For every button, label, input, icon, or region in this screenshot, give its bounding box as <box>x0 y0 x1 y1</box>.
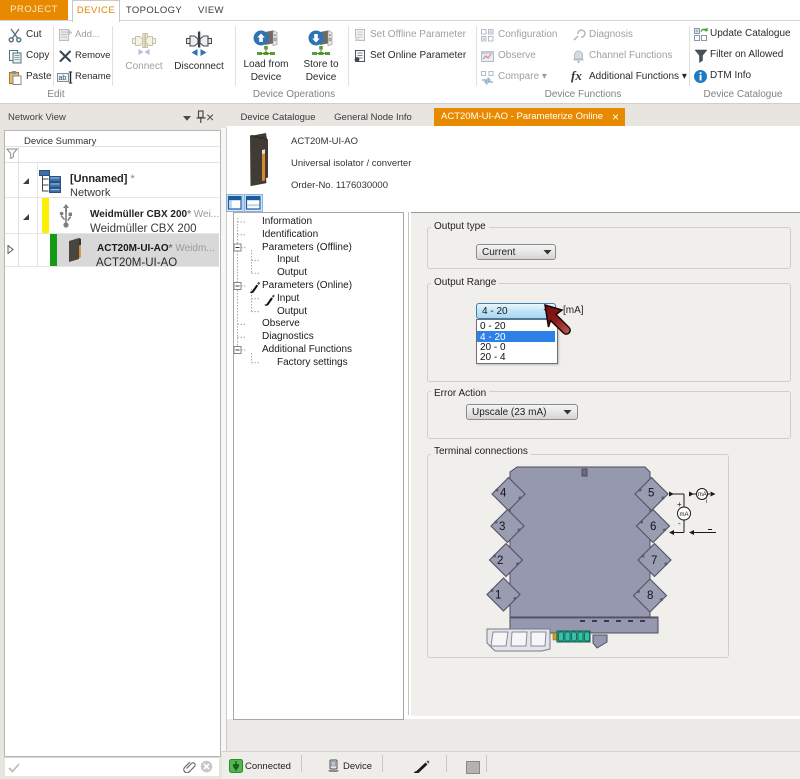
svg-text:4: 4 <box>500 488 507 500</box>
svg-text:5: 5 <box>648 488 654 500</box>
svg-text:6: 6 <box>650 521 656 533</box>
svg-text:7: 7 <box>651 555 657 567</box>
svg-text:mA: mA <box>680 512 689 518</box>
svg-text:8: 8 <box>647 590 653 602</box>
svg-text:i: i <box>706 499 707 505</box>
svg-text:3: 3 <box>499 521 505 533</box>
svg-text:ab: ab <box>59 75 67 82</box>
svg-text:-: - <box>678 519 681 528</box>
svg-text:1: 1 <box>495 590 501 602</box>
svg-text:2: 2 <box>497 555 503 567</box>
svg-text:mA: mA <box>698 492 707 498</box>
